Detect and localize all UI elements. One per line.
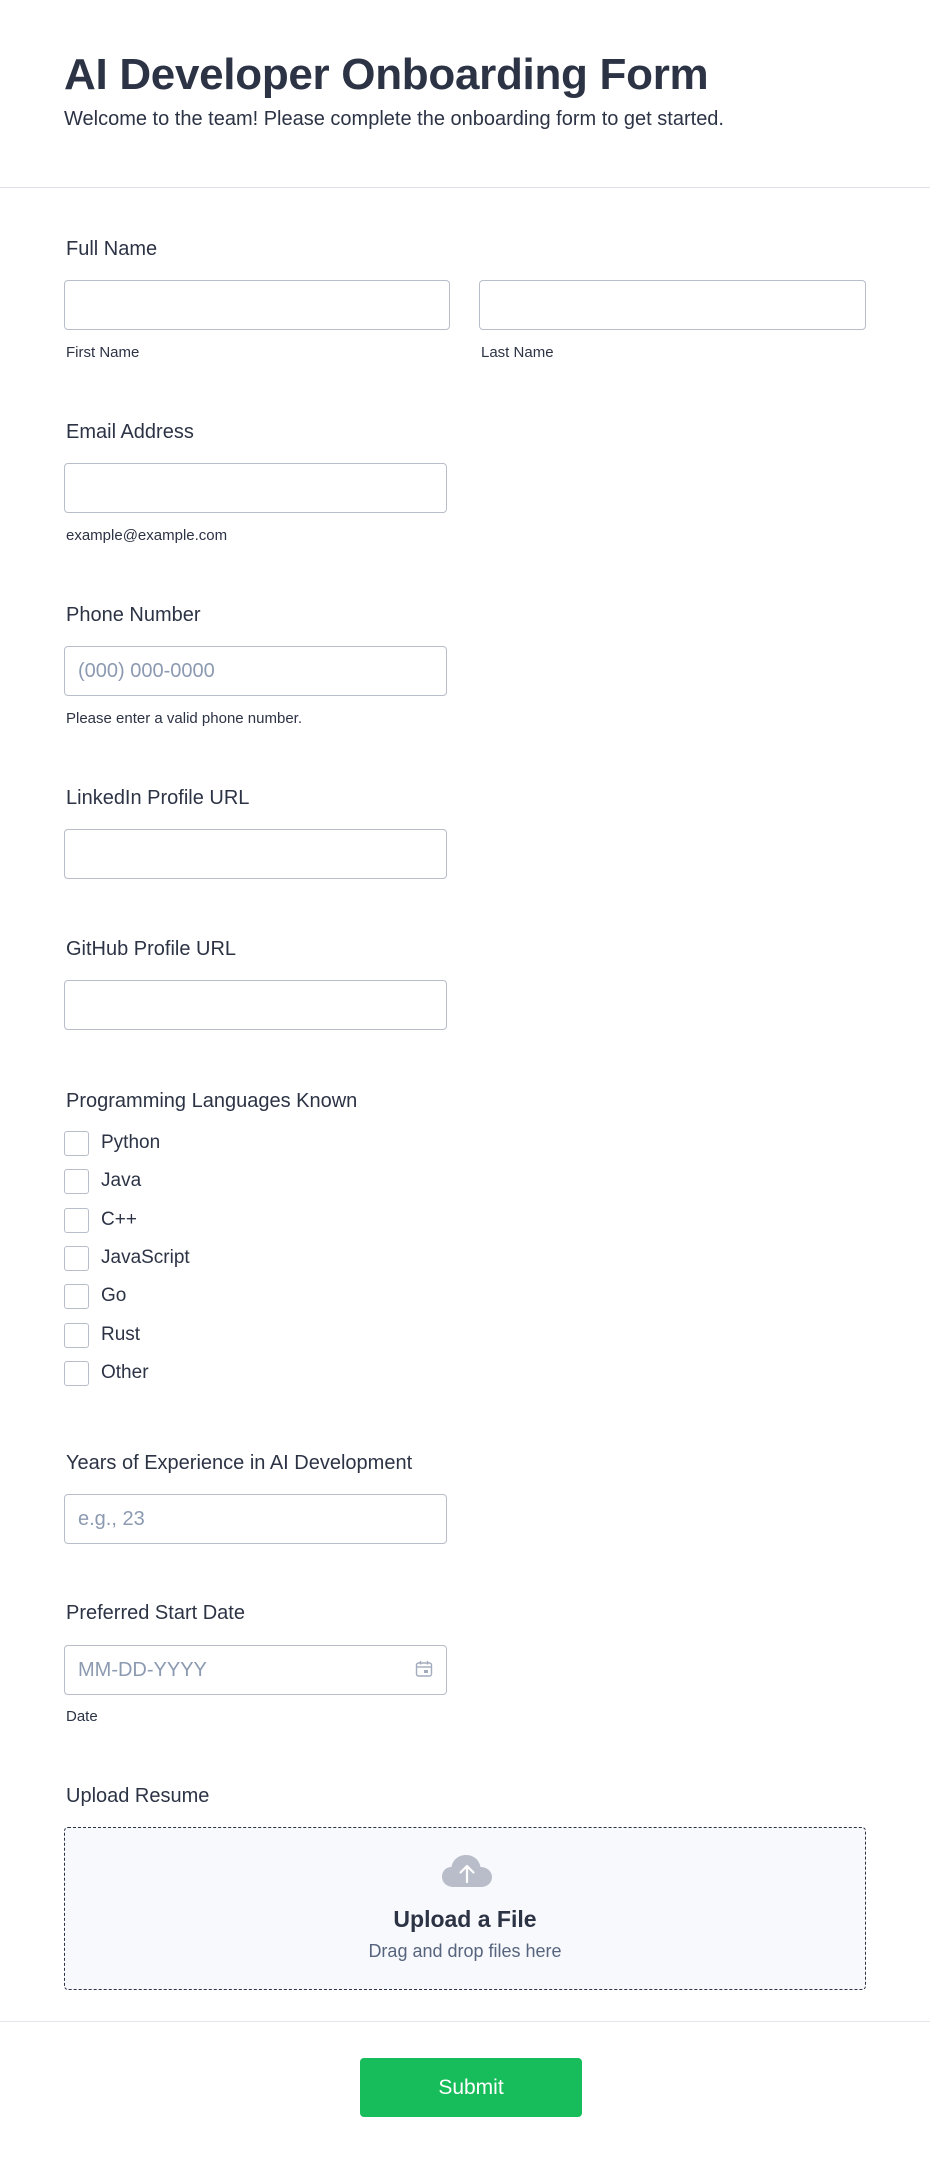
checkbox[interactable] (64, 1322, 89, 1348)
experience-input[interactable] (64, 1494, 447, 1544)
checkbox[interactable] (64, 1283, 89, 1309)
github-label: GitHub Profile URL (66, 938, 237, 960)
language-option-go[interactable]: Go (64, 1283, 126, 1309)
resume-upload-dropzone[interactable]: Upload a File Drag and drop files here (64, 1827, 866, 1990)
checkbox-label: Go (101, 1285, 127, 1306)
form-subtitle: Welcome to the team! Please complete the… (64, 108, 724, 130)
form-header: AI Developer Onboarding Form Welcome to … (0, 0, 930, 188)
checkbox[interactable] (64, 1360, 89, 1386)
email-sublabel: example@example.com (66, 527, 228, 544)
checkbox[interactable] (64, 1245, 89, 1271)
linkedin-label: LinkedIn Profile URL (66, 787, 250, 809)
phone-sublabel: Please enter a valid phone number. (66, 710, 302, 727)
language-option-cpp[interactable]: C++ (64, 1207, 137, 1233)
language-option-rust[interactable]: Rust (64, 1322, 140, 1348)
upload-title: Upload a File (393, 1906, 537, 1932)
linkedin-url-input[interactable] (64, 829, 447, 879)
start-date-label: Preferred Start Date (66, 1602, 245, 1624)
checkbox-label: Rust (101, 1324, 141, 1345)
checkbox-label: Other (101, 1362, 149, 1383)
language-option-other[interactable]: Other (64, 1360, 149, 1386)
checkbox[interactable] (64, 1168, 89, 1194)
language-option-java[interactable]: Java (64, 1168, 141, 1194)
checkbox[interactable] (64, 1130, 89, 1156)
upload-subtitle: Drag and drop files here (368, 1941, 562, 1961)
submit-button[interactable]: Submit (360, 2058, 582, 2117)
checkbox-label: Python (101, 1132, 161, 1153)
first-name-input[interactable] (64, 280, 450, 330)
email-label: Email Address (66, 421, 194, 443)
github-url-input[interactable] (64, 980, 447, 1030)
footer-divider (0, 2021, 930, 2022)
checkbox-label: C++ (101, 1209, 137, 1230)
last-name-input[interactable] (479, 280, 866, 330)
language-option-python[interactable]: Python (64, 1130, 160, 1156)
checkbox[interactable] (64, 1207, 89, 1233)
resume-label: Upload Resume (66, 1785, 210, 1807)
full-name-label: Full Name (66, 238, 158, 260)
checkbox-label: Java (101, 1170, 142, 1191)
last-name-sublabel: Last Name (481, 344, 554, 361)
first-name-sublabel: First Name (66, 344, 140, 361)
email-input[interactable] (64, 463, 447, 513)
calendar-icon[interactable] (415, 1660, 433, 1678)
cloud-upload-icon (442, 1855, 492, 1887)
form-title: AI Developer Onboarding Form (64, 50, 709, 99)
start-date-input[interactable] (64, 1645, 447, 1695)
language-option-javascript[interactable]: JavaScript (64, 1245, 190, 1271)
checkbox-label: JavaScript (101, 1247, 190, 1268)
phone-input[interactable] (64, 646, 447, 696)
languages-label: Programming Languages Known (66, 1090, 358, 1112)
experience-label: Years of Experience in AI Development (66, 1452, 413, 1474)
phone-label: Phone Number (66, 604, 201, 626)
start-date-sublabel: Date (66, 1708, 98, 1725)
